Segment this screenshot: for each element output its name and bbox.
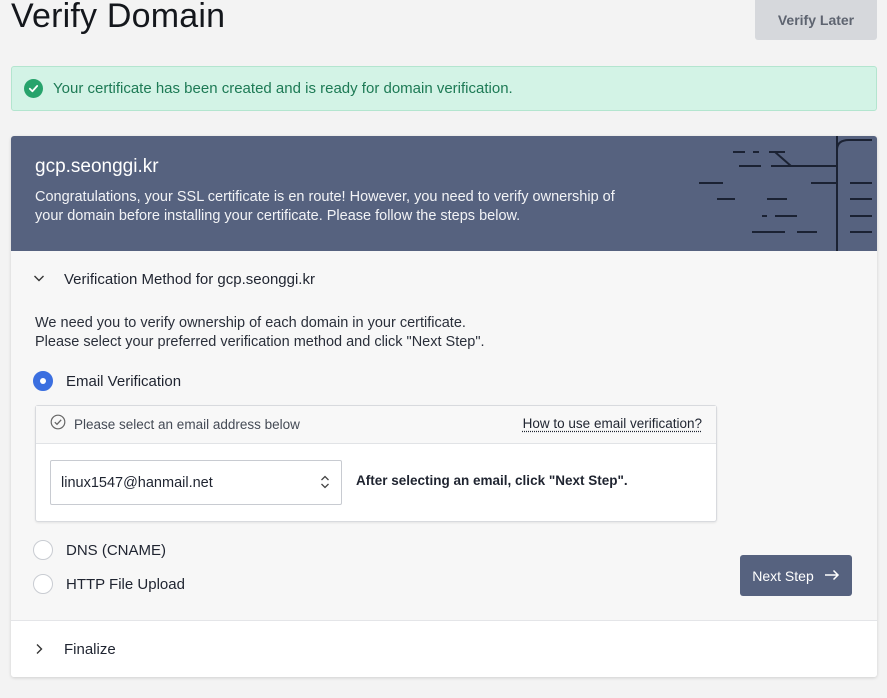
method-email-option[interactable]: Email Verification (33, 371, 181, 391)
check-circle-outline-icon (50, 414, 66, 435)
alert-message: Your certificate has been created and is… (53, 80, 513, 97)
method-dns-option[interactable]: DNS (CNAME) (33, 540, 166, 560)
domain-name: gcp.seonggi.kr (35, 156, 159, 177)
check-circle-icon (24, 79, 43, 98)
domain-banner: gcp.seonggi.kr Congratulations, your SSL… (11, 136, 877, 251)
email-select-hint: Please select an email address below (74, 417, 300, 432)
email-verification-panel: Please select an email address below How… (35, 405, 717, 522)
http-radio[interactable] (33, 574, 53, 594)
verification-method-label: Verification Method for gcp.seonggi.kr (64, 270, 315, 288)
verification-method-header[interactable]: Verification Method for gcp.seonggi.kr (11, 251, 877, 307)
verification-instructions: We need you to verify ownership of each … (35, 314, 485, 352)
finalize-section[interactable]: Finalize (11, 620, 877, 677)
verification-card: gcp.seonggi.kr Congratulations, your SSL… (11, 136, 877, 677)
finalize-label: Finalize (64, 640, 116, 658)
method-http-option[interactable]: HTTP File Upload (33, 574, 185, 594)
email-help-link[interactable]: How to use email verification? (523, 416, 702, 431)
select-updown-icon (319, 474, 331, 494)
email-panel-header: Please select an email address below How… (36, 406, 716, 444)
chevron-down-icon (33, 272, 47, 286)
next-step-button[interactable]: Next Step (740, 555, 852, 596)
next-step-label: Next Step (752, 567, 814, 584)
arrow-right-icon (824, 568, 840, 584)
email-radio[interactable] (33, 371, 53, 391)
dns-radio[interactable] (33, 540, 53, 560)
email-verification-label: Email Verification (66, 372, 182, 390)
instruction-line-2: Please select your preferred verificatio… (35, 334, 485, 350)
verify-later-button[interactable]: Verify Later (755, 0, 877, 40)
email-select[interactable]: linux1547@hanmail.net (50, 460, 342, 505)
banner-decoration-icon (699, 136, 872, 251)
http-file-upload-label: HTTP File Upload (66, 575, 185, 593)
chevron-right-icon (33, 643, 47, 655)
banner-message: Congratulations, your SSL certificate is… (35, 189, 615, 224)
page-title: Verify Domain (11, 0, 226, 35)
instruction-line-1: We need you to verify ownership of each … (35, 315, 466, 331)
success-alert: Your certificate has been created and is… (11, 66, 877, 111)
selected-email: linux1547@hanmail.net (61, 474, 213, 491)
dns-cname-label: DNS (CNAME) (66, 541, 166, 559)
email-after-text: After selecting an email, click "Next St… (356, 473, 628, 488)
